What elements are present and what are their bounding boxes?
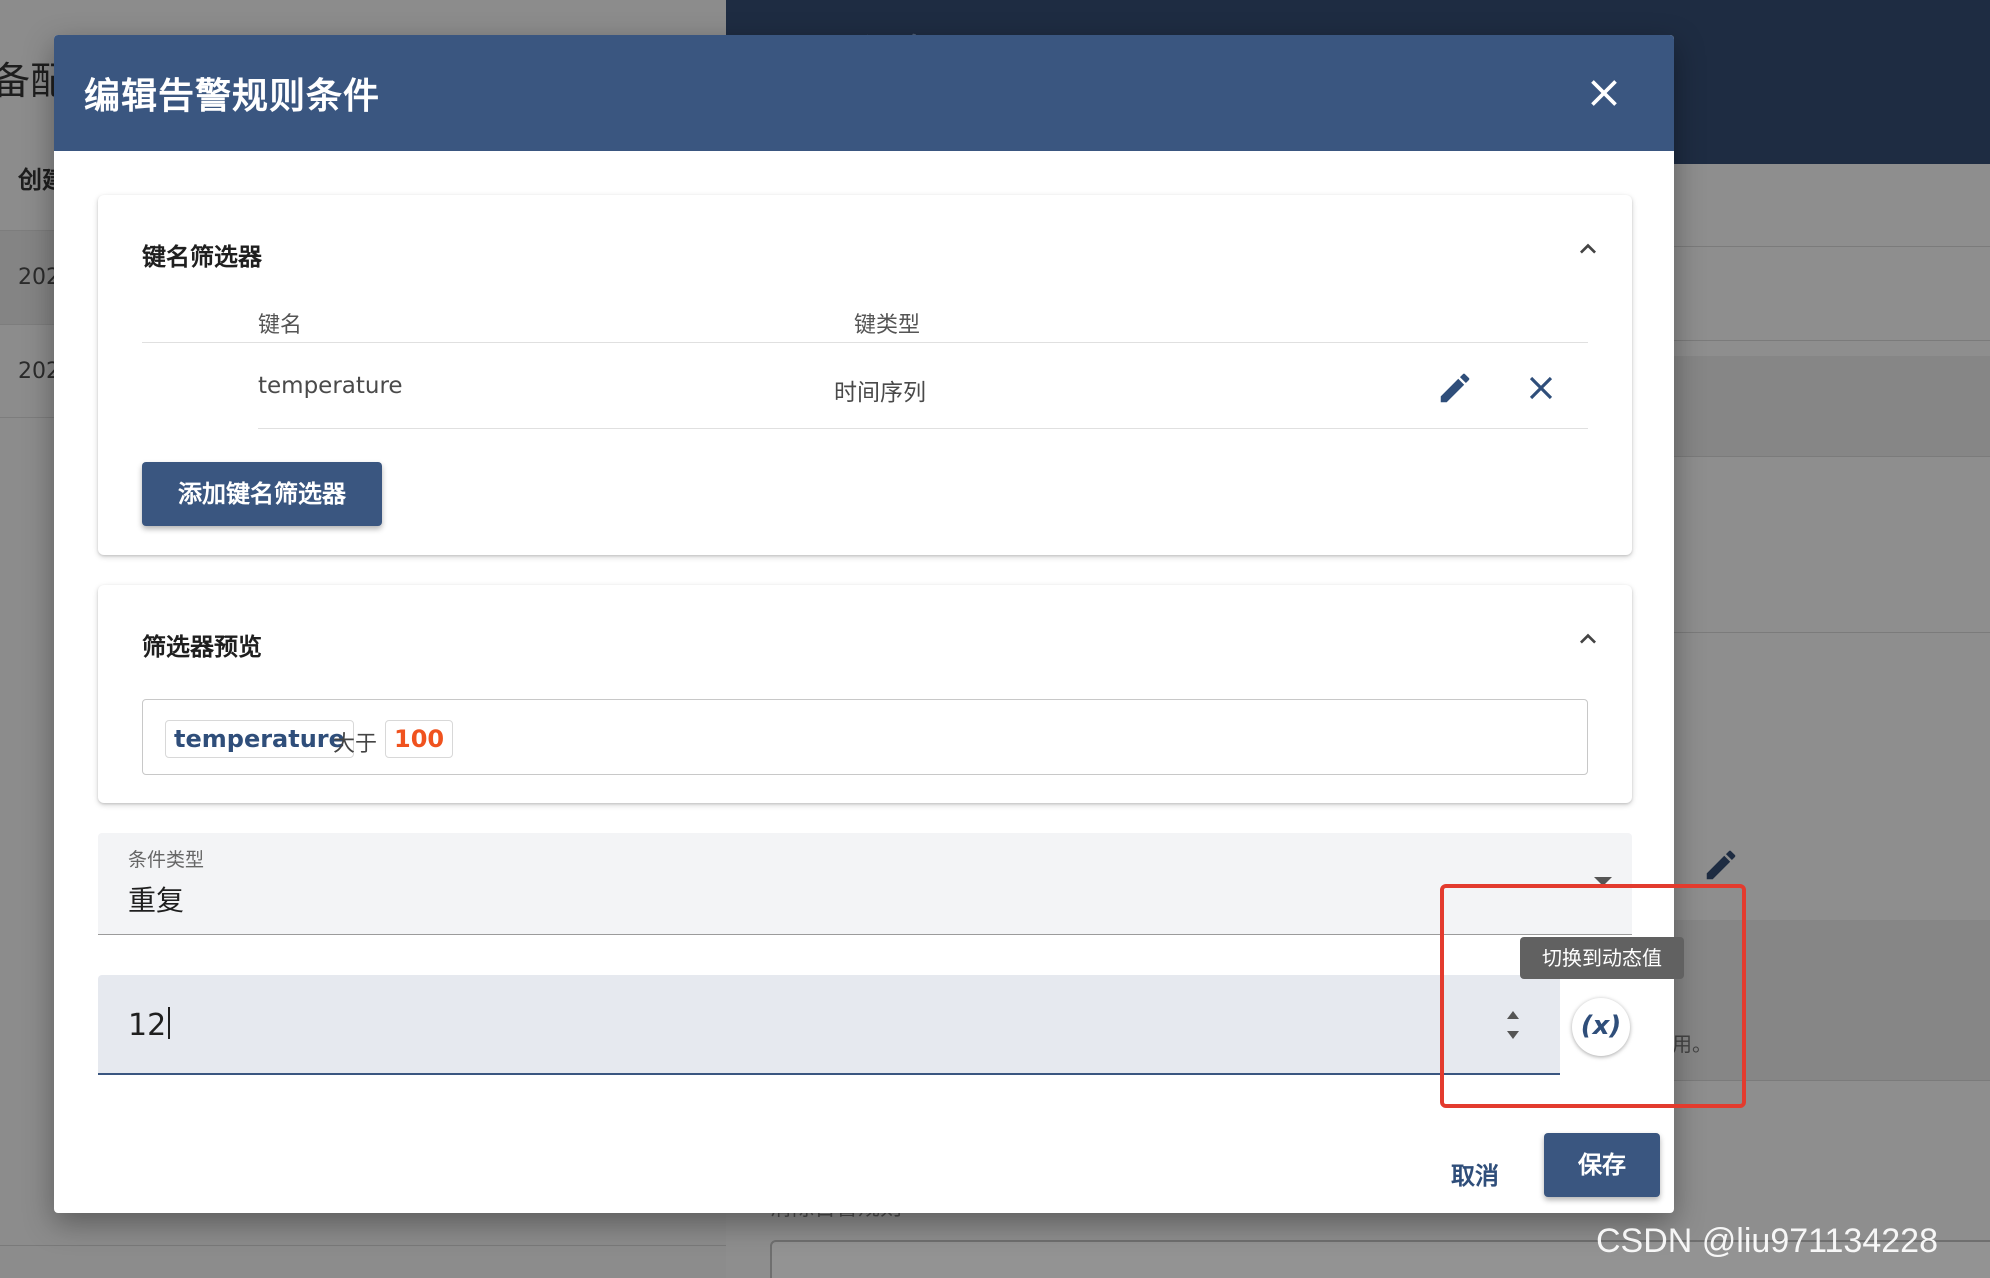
delete-icon[interactable] [1522,369,1560,407]
background-divider [0,1245,726,1246]
repeat-count-value: 12 [128,1007,171,1043]
background-edit-icon [1702,846,1740,888]
condition-type-label: 条件类型 [128,849,205,871]
key-filter-table-header: 键名 键类型 [142,303,1588,343]
save-button[interactable]: 保存 [1544,1133,1660,1197]
filter-preview-panel-title: 筛选器预览 [142,633,262,661]
dialog-title: 编辑告警规则条件 [84,76,381,117]
cancel-button[interactable]: 取消 [1420,1149,1530,1203]
repeat-count-input[interactable]: 12 [98,975,1560,1075]
chevron-up-icon[interactable] [1572,623,1604,655]
dialog-header: 编辑告警规则条件 [54,35,1674,151]
chevron-up-icon[interactable] [1572,233,1604,265]
preview-value-chip: 100 [385,720,454,758]
condition-type-value: 重复 [128,884,185,917]
table-row: temperature 时间序列 [258,345,1588,429]
highlight-annotation-box [1440,884,1746,1108]
column-header-key-type: 键类型 [854,313,921,338]
key-filter-panel: 键名筛选器 键名 键类型 temperature 时间序列 添加键名筛选器 [98,195,1632,555]
key-type-cell: 时间序列 [834,380,926,406]
condition-type-select[interactable]: 条件类型 重复 [98,833,1632,935]
column-header-key-name: 键名 [258,313,303,338]
edit-alarm-condition-dialog: 编辑告警规则条件 键名筛选器 键名 键类型 temperature 时间序列 添… [54,35,1674,1213]
watermark: CSDN @liu971134228 [1596,1222,1938,1260]
filter-preview-panel: 筛选器预览 temperature 大于 100 [98,585,1632,803]
close-icon[interactable] [1582,71,1626,115]
key-filter-panel-title: 键名筛选器 [142,243,262,271]
key-name-cell: temperature [258,373,403,399]
preview-key-chip: temperature [165,720,354,758]
edit-icon[interactable] [1436,369,1474,407]
preview-operator: 大于 [333,732,378,757]
add-key-filter-button[interactable]: 添加键名筛选器 [142,462,382,526]
text-cursor [168,1007,171,1039]
filter-preview-box: temperature 大于 100 [142,699,1588,775]
